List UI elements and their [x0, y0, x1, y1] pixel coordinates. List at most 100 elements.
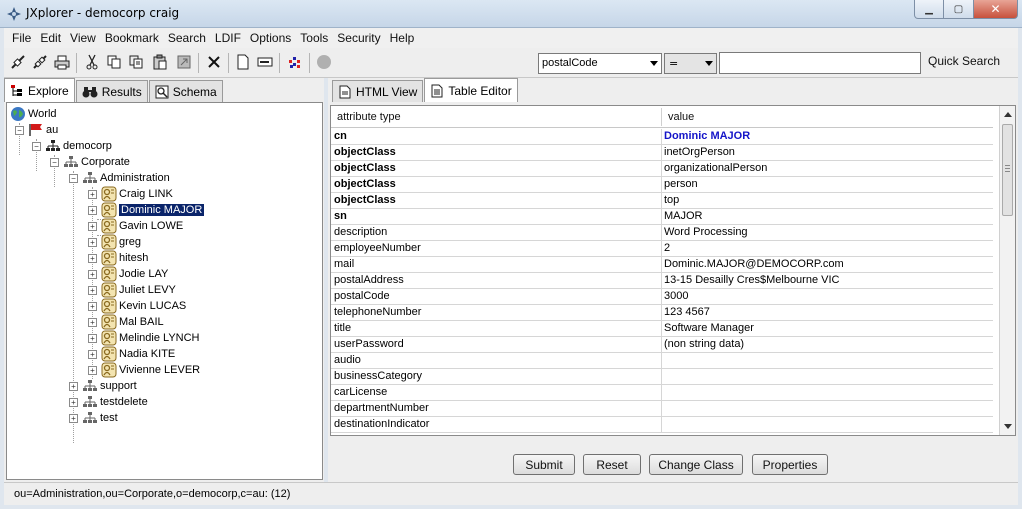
close-button[interactable]: ✕	[974, 0, 1018, 19]
reset-button[interactable]: Reset	[583, 454, 641, 475]
expand-icon[interactable]: +	[88, 221, 97, 231]
attribute-value-cell[interactable]: organizationalPerson	[664, 162, 767, 174]
expand-icon[interactable]: +	[69, 397, 78, 407]
table-row[interactable]: sn MAJOR	[331, 209, 993, 225]
expand-icon[interactable]: +	[88, 205, 97, 215]
menu-security[interactable]: Security	[333, 31, 385, 45]
paste-button[interactable]	[150, 53, 170, 73]
tree-node-world[interactable]: World	[10, 106, 57, 122]
attribute-value-cell[interactable]: Dominic.MAJOR@DEMOCORP.com	[664, 258, 844, 270]
table-row[interactable]: cn Dominic MAJOR	[331, 129, 993, 145]
table-row[interactable]: postalAddress 13-15 Desailly Cres$Melbour…	[331, 273, 993, 289]
tree-node-person[interactable]: + Juliet LEVY	[88, 282, 176, 298]
attribute-value-cell[interactable]: 2	[664, 242, 670, 254]
column-header-value[interactable]: value	[668, 111, 694, 123]
new-entry-button[interactable]	[233, 53, 253, 73]
menu-edit[interactable]: Edit	[36, 31, 66, 45]
tree-node-test[interactable]: + test	[69, 410, 118, 426]
expand-icon[interactable]: +	[69, 413, 78, 423]
tree-node-testdelete[interactable]: + testdelete	[69, 394, 148, 410]
attribute-value-cell[interactable]: Software Manager	[664, 322, 754, 334]
tree-node-person[interactable]: + Jodie LAY	[88, 266, 168, 282]
tree-node-person[interactable]: + Melindie LYNCH	[88, 330, 200, 346]
menu-view[interactable]: View	[66, 31, 101, 45]
table-row[interactable]: departmentNumber	[331, 401, 993, 417]
expand-icon[interactable]: +	[88, 189, 97, 199]
refresh-button[interactable]	[285, 53, 305, 73]
attribute-value-cell[interactable]: Word Processing	[664, 226, 748, 238]
table-row[interactable]: description Word Processing	[331, 225, 993, 241]
quick-search-button[interactable]: Quick Search	[928, 54, 1000, 68]
table-row[interactable]: postalCode 3000	[331, 289, 993, 305]
expand-icon[interactable]: +	[69, 381, 78, 391]
change-class-button[interactable]: Change Class	[649, 454, 743, 475]
tree-node-person[interactable]: + Mal BAIL	[88, 314, 164, 330]
print-button[interactable]	[52, 53, 72, 73]
tree-node-person[interactable]: + hitesh	[88, 250, 148, 266]
copy-dn-button[interactable]	[126, 53, 146, 73]
rename-button[interactable]	[255, 53, 275, 73]
menu-bookmark[interactable]: Bookmark	[101, 31, 164, 45]
table-row[interactable]: audio	[331, 353, 993, 369]
paste-alias-button[interactable]	[174, 53, 194, 73]
table-row[interactable]: objectClass top	[331, 193, 993, 209]
menu-help[interactable]: Help	[386, 31, 420, 45]
delete-button[interactable]	[204, 53, 224, 73]
search-operator-select[interactable]: =	[664, 53, 717, 74]
tree-node-person[interactable]: + Craig LINK	[88, 186, 173, 202]
tree-node-person[interactable]: + Vivienne LEVER	[88, 362, 200, 378]
expand-icon[interactable]: +	[88, 269, 97, 279]
table-row[interactable]: destinationIndicator	[331, 417, 993, 433]
expand-icon[interactable]: +	[88, 285, 97, 295]
table-row[interactable]: objectClass person	[331, 177, 993, 193]
minimize-button[interactable]: ▁	[914, 0, 944, 19]
tab-table-editor[interactable]: Table Editor	[424, 78, 518, 102]
table-row[interactable]: title Software Manager	[331, 321, 993, 337]
expand-icon[interactable]: +	[88, 365, 97, 375]
attribute-value-cell[interactable]: 123 4567	[664, 306, 710, 318]
table-row[interactable]: carLicense	[331, 385, 993, 401]
collapse-icon[interactable]: −	[69, 173, 78, 183]
attribute-value-cell[interactable]: person	[664, 178, 698, 190]
tab-html-view[interactable]: HTML View	[332, 80, 424, 102]
table-row[interactable]: mail Dominic.MAJOR@DEMOCORP.com	[331, 257, 993, 273]
tree-node-person[interactable]: + Gavin LOWE	[88, 218, 183, 234]
expand-icon[interactable]: +	[88, 349, 97, 359]
collapse-icon[interactable]: −	[15, 125, 24, 135]
cut-button[interactable]	[82, 53, 102, 73]
search-attribute-select[interactable]: postalCode	[538, 53, 662, 74]
table-row[interactable]: businessCategory	[331, 369, 993, 385]
expand-icon[interactable]: +	[88, 301, 97, 311]
menu-file[interactable]: File	[8, 31, 36, 45]
attribute-value-cell[interactable]: MAJOR	[664, 210, 703, 222]
menu-search[interactable]: Search	[164, 31, 211, 45]
maximize-button[interactable]: ▢	[944, 0, 974, 19]
table-row[interactable]: telephoneNumber 123 4567	[331, 305, 993, 321]
menu-tools[interactable]: Tools	[296, 31, 333, 45]
tree-node-person[interactable]: + Kevin LUCAS	[88, 298, 186, 314]
expand-icon[interactable]: +	[88, 317, 97, 327]
column-header-attribute[interactable]: attribute type	[337, 111, 401, 123]
tab-explore[interactable]: Explore	[4, 78, 75, 102]
attribute-value-cell[interactable]: inetOrgPerson	[664, 146, 735, 158]
table-scrollbar[interactable]	[999, 106, 1015, 435]
disconnect-button[interactable]	[30, 53, 50, 73]
copy-button[interactable]	[104, 53, 124, 73]
collapse-icon[interactable]: −	[32, 141, 41, 151]
tree-node-support[interactable]: + support	[69, 378, 137, 394]
expand-icon[interactable]: +	[88, 253, 97, 263]
search-value-input[interactable]	[719, 52, 921, 74]
table-row[interactable]: objectClass organizationalPerson	[331, 161, 993, 177]
menu-options[interactable]: Options	[246, 31, 296, 45]
tree-node-person[interactable]: + greg	[88, 234, 141, 250]
tree-node-person-selected[interactable]: + Dominic MAJOR	[88, 202, 205, 218]
menu-ldif[interactable]: LDIF	[211, 31, 246, 45]
table-row[interactable]: userPassword (non string data)	[331, 337, 993, 353]
collapse-icon[interactable]: −	[50, 157, 59, 167]
tree-node-corporate[interactable]: − Corporate	[50, 154, 130, 170]
submit-button[interactable]: Submit	[513, 454, 575, 475]
scroll-up-icon[interactable]	[1004, 112, 1012, 117]
stop-button[interactable]	[314, 53, 334, 73]
column-divider[interactable]	[661, 108, 662, 126]
table-row[interactable]: employeeNumber 2	[331, 241, 993, 257]
